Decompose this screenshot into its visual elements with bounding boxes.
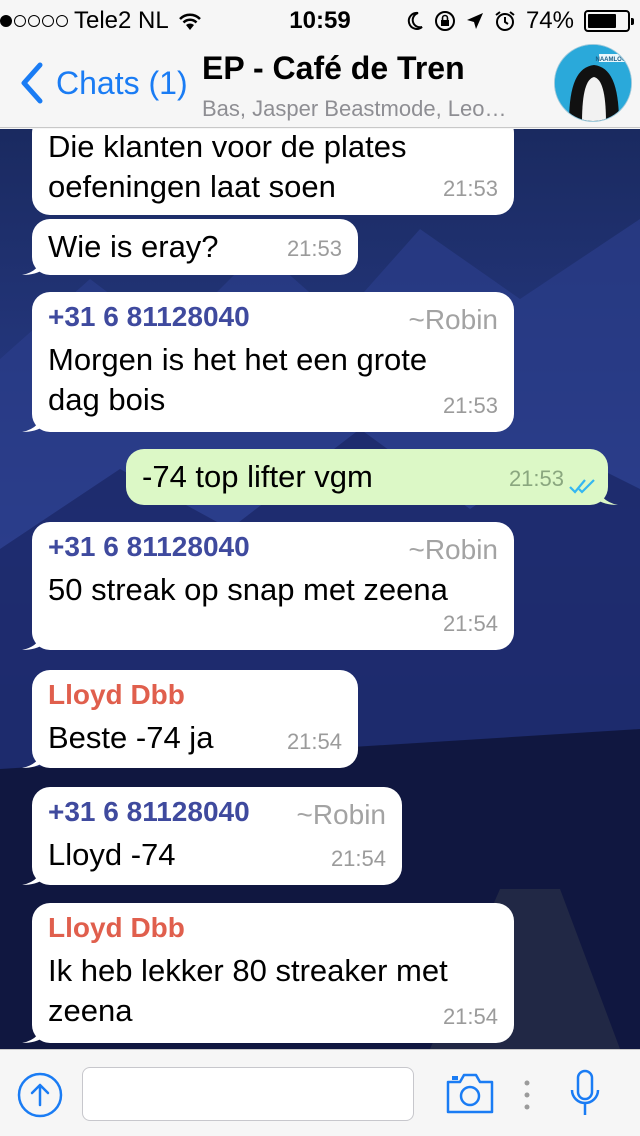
back-button[interactable]: Chats (1) <box>14 60 188 106</box>
microphone-icon[interactable] <box>568 1068 602 1120</box>
bubble-tail <box>22 744 44 768</box>
message-input-bar <box>0 1049 640 1136</box>
status-icons: 74% <box>406 7 634 35</box>
incoming-message[interactable]: +31 6 81128040 ~Robin Morgen is het het ee… <box>22 292 514 432</box>
chat-participants[interactable]: Bas, Jasper Beastmode, Leo… <box>202 96 542 122</box>
status-bar: Tele2 NL 10:59 74% <box>0 0 640 40</box>
sender-alias: ~Robin <box>408 304 498 335</box>
chat-header: Chats (1) EP - Café de Tren Bas, Jasper … <box>0 40 640 128</box>
battery-icon <box>584 10 634 32</box>
read-receipt-icon <box>569 479 595 494</box>
incoming-message[interactable]: +31 6 81128040 ~Robin 50 streak op snap me… <box>22 522 514 650</box>
do-not-disturb-icon <box>407 11 423 30</box>
group-avatar[interactable]: NAAMLOOS <box>554 44 632 122</box>
message-text-line: Morgen is het het een grote <box>48 342 428 377</box>
message-sender[interactable]: Lloyd Dbb <box>48 676 342 714</box>
sender-alias: ~Robin <box>408 534 498 565</box>
incoming-message[interactable]: Lloyd Dbb Ik heb lekker 80 streaker met ze… <box>22 903 514 1043</box>
bubble-tail <box>596 481 618 505</box>
message-time: 21:53 <box>286 236 342 261</box>
message-time: 21:54 <box>286 729 342 754</box>
message-text-line: dag bois <box>48 382 166 417</box>
upload-icon[interactable] <box>16 1071 64 1119</box>
message-text-line: zeena <box>48 993 133 1028</box>
message-time: 21:54 <box>442 611 498 636</box>
incoming-message[interactable]: +31 6 81128040 ~Robin Lloyd -74 21:54 <box>22 787 402 885</box>
bubble-tail <box>22 408 44 432</box>
message-time: 21:53 <box>442 176 498 201</box>
bubble-tail <box>22 861 44 885</box>
bubble-tail <box>22 626 44 650</box>
location-icon <box>466 13 483 29</box>
message-time: 21:54 <box>442 1004 498 1029</box>
group-avatar-image: NAAMLOOS <box>555 45 631 121</box>
chevron-left-icon <box>21 62 43 104</box>
message-time: 21:53 <box>508 466 564 491</box>
alarm-icon <box>495 11 515 31</box>
message-time: 21:53 <box>442 393 498 418</box>
message-sender[interactable]: Lloyd Dbb <box>48 909 498 947</box>
camera-icon[interactable] <box>444 1070 496 1116</box>
sender-alias: ~Robin <box>296 799 386 830</box>
chat-area[interactable]: Die klanten voor de plates oefeningen laa… <box>0 129 640 1049</box>
rotation-lock-icon <box>434 11 455 31</box>
outgoing-message[interactable]: -74 top lifter vgm 21:53 <box>126 449 618 505</box>
battery-percentage: 74% <box>525 7 574 34</box>
bubble-tail <box>22 251 44 275</box>
back-label: Chats (1) <box>56 64 188 101</box>
chat-title[interactable]: EP - Café de Tren <box>202 50 465 87</box>
incoming-message[interactable]: Die klanten voor de plates oefeningen laa… <box>32 129 514 215</box>
message-text-line: oefeningen laat soen <box>48 169 336 204</box>
message-text-line: Die klanten voor de plates <box>48 129 407 164</box>
more-options-icon[interactable] <box>522 1078 532 1112</box>
incoming-message[interactable]: Lloyd Dbb Beste -74 ja 21:54 <box>22 670 358 768</box>
bubble-tail <box>22 1019 44 1043</box>
svg-text:NAAMLOOS: NAAMLOOS <box>596 57 631 63</box>
incoming-message[interactable]: Wie is eray? 21:53 <box>22 219 358 275</box>
message-time: 21:54 <box>330 846 386 871</box>
message-text-line: Ik heb lekker 80 streaker met <box>48 953 448 988</box>
message-text-line: 50 streak op snap met zeena <box>48 572 448 607</box>
message-input[interactable] <box>82 1067 414 1121</box>
